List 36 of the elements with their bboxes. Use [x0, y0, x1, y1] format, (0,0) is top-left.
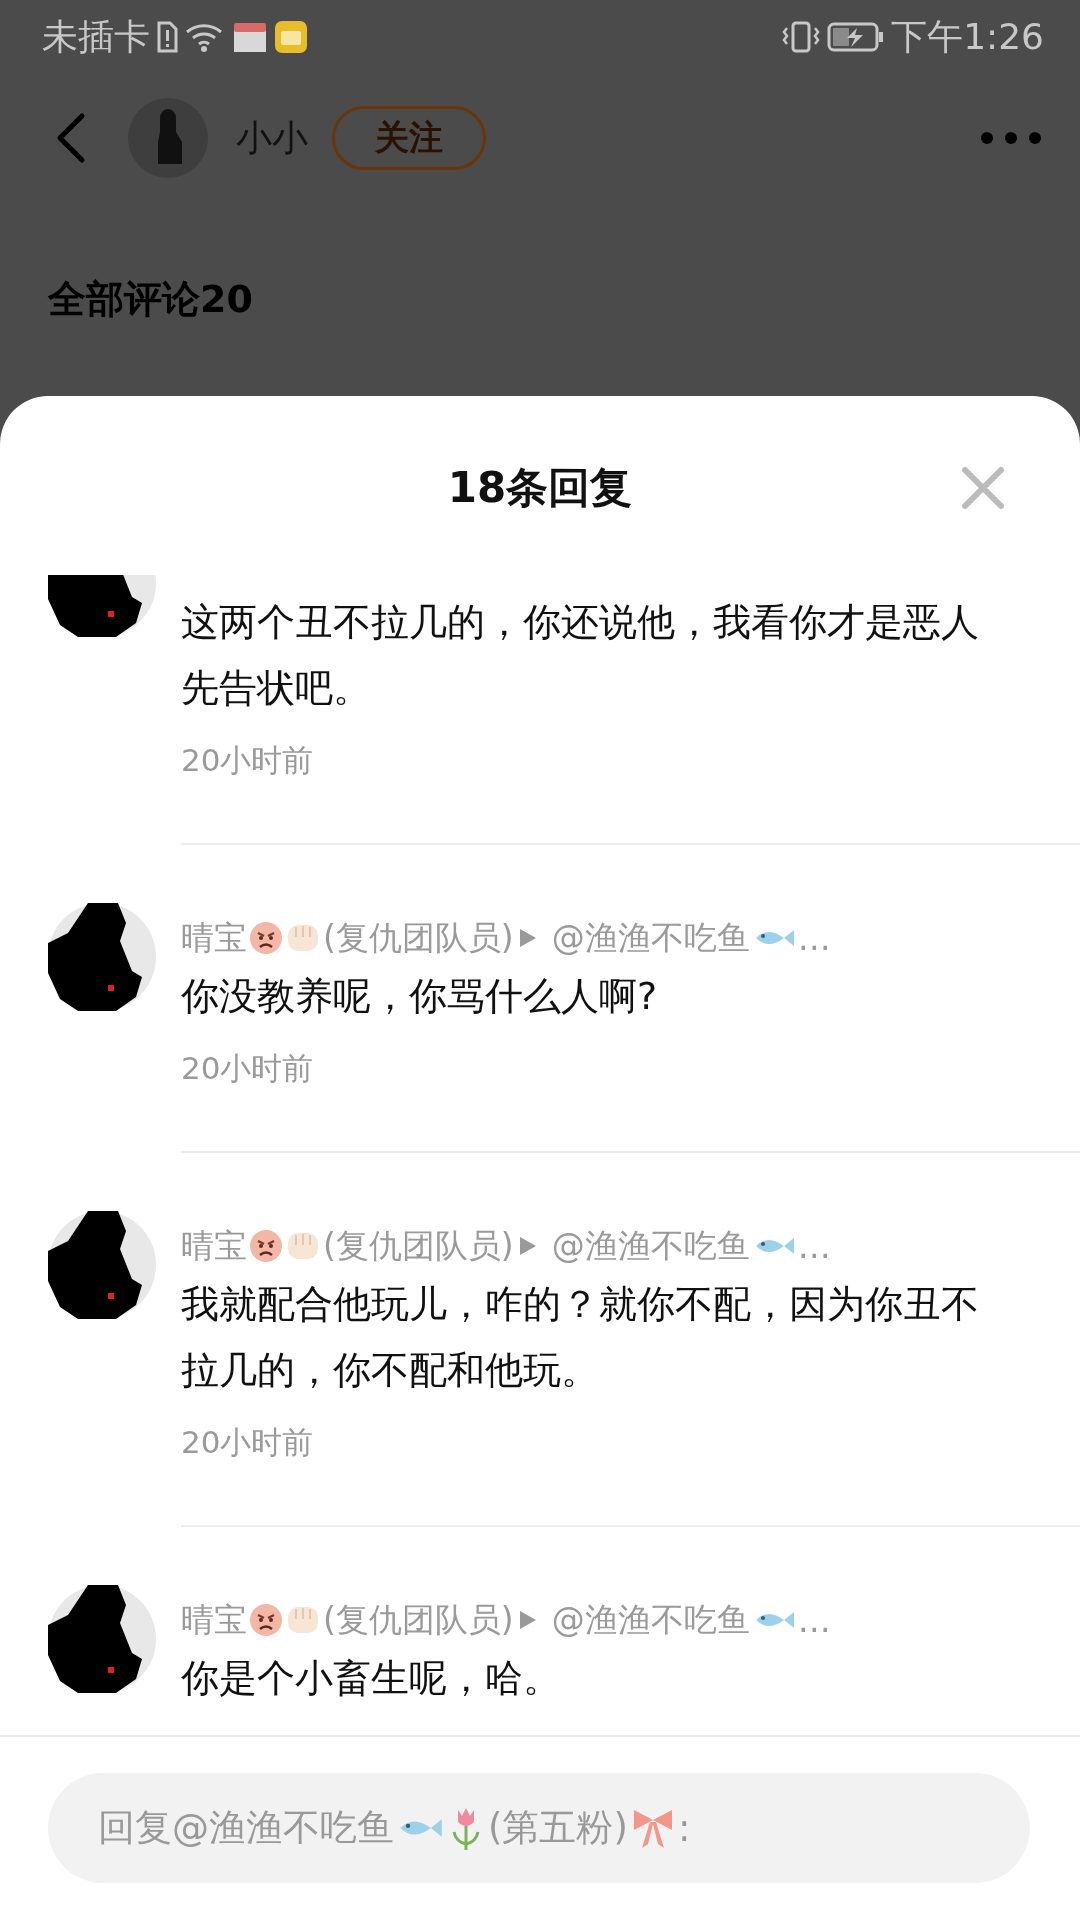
team-label: (复仇团队员) — [323, 1224, 514, 1267]
avatar[interactable] — [48, 1585, 156, 1693]
follow-button[interactable]: 关注 — [332, 106, 486, 170]
reply-input-field[interactable]: 回复@渔渔不吃鱼 (第五粉) : — [48, 1773, 1030, 1883]
comments-heading: 全部评论20 — [47, 276, 254, 323]
reply-time: 20小时前 — [181, 741, 315, 780]
reply-text: 你是个小畜生呢，哈。 — [181, 1655, 562, 1702]
carrier-text: 未插卡 — [42, 14, 150, 59]
ellipsis-text: … — [797, 918, 831, 958]
reply-time: 20小时前 — [181, 1423, 315, 1462]
reply-text: 这两个丑不拉几的，你还说他，我看你才是恶人先告状吧。 — [181, 599, 980, 712]
clock-text: 下午1:26 — [891, 14, 1044, 59]
folder-icon — [274, 20, 308, 54]
reply-target-name[interactable]: @渔渔不吃鱼 — [551, 915, 750, 961]
reply-text: 我就配合他玩儿，咋的？就你不配，因为你丑不拉几的，你不配和他玩。 — [181, 1281, 980, 1394]
avatar[interactable] — [48, 1211, 156, 1319]
team-label: (复仇团队员) — [323, 916, 514, 959]
sim-alert-icon — [156, 20, 178, 54]
reply-text: 你没教养呢，你骂什么人啊? — [181, 973, 659, 1020]
commenter-name[interactable]: 晴宝 — [181, 1223, 247, 1269]
ellipsis-text: … — [797, 1600, 831, 1640]
avatar[interactable] — [48, 903, 156, 1011]
ellipsis-text: … — [797, 1226, 831, 1266]
team-label: (复仇团队员) — [323, 1598, 514, 1641]
reply-target-name[interactable]: @渔渔不吃鱼 — [551, 1223, 750, 1269]
username-text[interactable]: 小小 — [236, 113, 308, 163]
vibrate-icon — [781, 20, 822, 54]
angry-face-icon — [249, 1603, 283, 1637]
reply-time: 20小时前 — [181, 1049, 315, 1088]
reply-target-name[interactable]: @渔渔不吃鱼 — [551, 1597, 750, 1643]
angry-face-icon — [249, 921, 283, 955]
battery-charging-icon — [827, 20, 886, 54]
sheet-title: 18条回复 — [447, 462, 633, 514]
commenter-name[interactable]: 晴宝 — [181, 915, 247, 961]
angry-face-icon — [249, 1229, 283, 1263]
commenter-name[interactable]: 晴宝 — [181, 1597, 247, 1643]
